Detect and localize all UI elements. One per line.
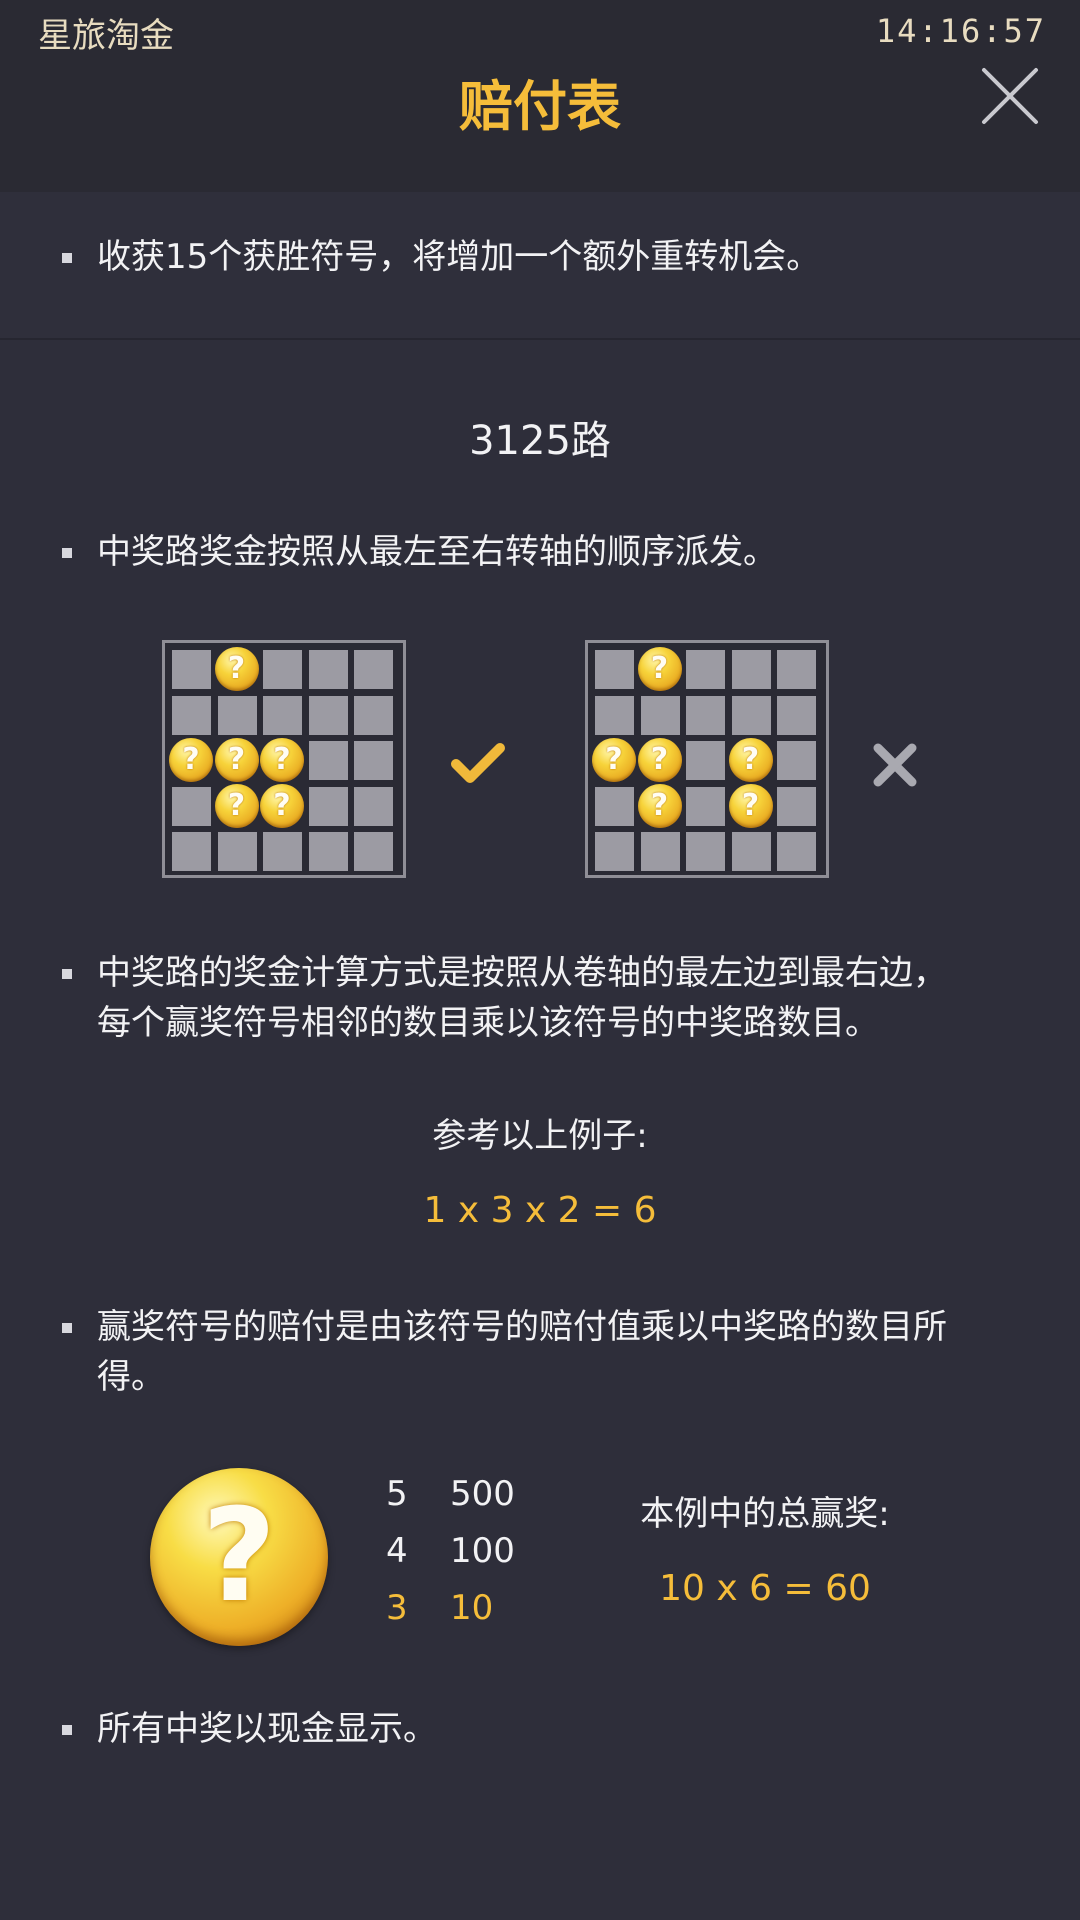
grid-cell <box>354 832 393 871</box>
grid-cell <box>595 695 634 735</box>
close-icon <box>982 68 1038 124</box>
app-name: 星旅淘金 <box>38 16 174 56</box>
status-clock: 14:16:57 <box>875 12 1046 50</box>
pay-row-4: 4 100 <box>386 1531 515 1571</box>
cross-icon <box>870 740 920 790</box>
total-win-label: 本例中的总赢奖: <box>640 1494 890 1534</box>
example-label: 参考以上例子: <box>432 1116 648 1156</box>
grid-cell <box>308 650 348 689</box>
question-coin-icon: ? <box>169 738 213 782</box>
example-grid-invalid: ?????? <box>585 640 829 878</box>
grid-cell <box>308 741 348 780</box>
grid-cell <box>686 786 725 826</box>
pay-value: 10 <box>450 1588 494 1628</box>
grid-cell <box>172 650 211 689</box>
grid-cell <box>263 650 302 689</box>
respin-note: 收获15个获胜符号，将增加一个额外重转机会。 <box>62 232 1022 282</box>
grid-cell <box>731 695 771 735</box>
rule-payout-line2: 得。 <box>97 1357 165 1397</box>
grid-cell <box>777 786 816 826</box>
question-coin-icon: ? <box>728 738 773 782</box>
example-grid-valid: ?????? <box>162 640 406 878</box>
grid-cell <box>263 695 302 735</box>
page-title: 赔付表 <box>459 75 621 138</box>
grid-cell <box>354 695 393 735</box>
check-icon <box>448 738 508 788</box>
question-coin-icon: ? <box>260 738 304 782</box>
grid-cell <box>308 832 348 871</box>
rule-payout-line1: 赢奖符号的赔付是由该符号的赔付值乘以中奖路的数目所 <box>97 1307 947 1347</box>
total-win-formula: 10 x 6 = 60 <box>659 1568 871 1609</box>
grid-cell <box>777 650 816 689</box>
respin-note-section: 收获15个获胜符号，将增加一个额外重转机会。 <box>0 192 1080 340</box>
grid-cell <box>731 832 771 871</box>
grid-cell <box>777 695 816 735</box>
grid-cell <box>217 832 257 871</box>
grid-cell <box>172 786 211 826</box>
grid-cell <box>595 832 634 871</box>
pay-count: 4 <box>386 1531 408 1571</box>
grid-cell <box>354 650 393 689</box>
grid-cell <box>308 695 348 735</box>
grid-cell <box>686 650 725 689</box>
grid-cell <box>777 832 816 871</box>
pay-row-5: 5 500 <box>386 1474 515 1514</box>
grid-cell <box>731 650 771 689</box>
example-formula: 1 x 3 x 2 = 6 <box>423 1190 657 1231</box>
grid-cell <box>640 832 680 871</box>
grid-cell <box>172 832 211 871</box>
grid-cell <box>172 695 211 735</box>
grid-cell <box>595 786 634 826</box>
question-coin-icon: ? <box>214 783 259 828</box>
ways-heading: 3125路 <box>469 418 611 464</box>
header-bar: 星旅淘金 14:16:57 赔付表 <box>0 0 1080 192</box>
pay-value: 100 <box>450 1531 515 1571</box>
pay-count: 5 <box>386 1474 408 1514</box>
grid-cell <box>263 832 302 871</box>
grid-cell <box>595 650 634 689</box>
grid-cell <box>686 695 725 735</box>
pay-row-3: 3 10 <box>386 1588 493 1628</box>
grid-cell <box>640 695 680 735</box>
question-coin-icon: ? <box>728 783 773 828</box>
rule-calc-line2: 每个赢奖符号相邻的数目乘以该符号的中奖路数目。 <box>97 1003 879 1043</box>
close-button[interactable] <box>978 64 1042 128</box>
rule-calc-line1: 中奖路的奖金计算方式是按照从卷轴的最左边到最右边， <box>97 953 947 993</box>
pay-value: 500 <box>450 1474 515 1514</box>
grid-cell <box>354 741 393 780</box>
rule-payout: 赢奖符号的赔付是由该符号的赔付值乘以中奖路的数目所 得。 <box>62 1302 1022 1402</box>
rule-order: 中奖路奖金按照从最左至右转轴的顺序派发。 <box>62 527 1022 577</box>
rule-calc: 中奖路的奖金计算方式是按照从卷轴的最左边到最右边， 每个赢奖符号相邻的数目乘以该… <box>62 948 1022 1048</box>
question-coin-icon: ? <box>592 738 636 782</box>
grid-cell <box>686 832 725 871</box>
question-coin-icon: ? <box>214 647 259 691</box>
question-coin-icon: ? <box>637 738 682 782</box>
grid-cell <box>354 786 393 826</box>
pay-count: 3 <box>386 1588 408 1628</box>
question-coin-icon: ? <box>260 783 304 828</box>
grid-cell <box>308 786 348 826</box>
footer-note: 所有中奖以现金显示。 <box>62 1704 1022 1754</box>
question-coin-icon: ? <box>637 783 682 828</box>
grid-cell <box>777 741 816 780</box>
grid-cell <box>217 695 257 735</box>
question-coin-icon: ? <box>214 738 259 782</box>
question-coin-icon: ? <box>637 647 682 691</box>
question-coin-icon: ? <box>150 1468 328 1646</box>
grid-cell <box>686 741 725 780</box>
